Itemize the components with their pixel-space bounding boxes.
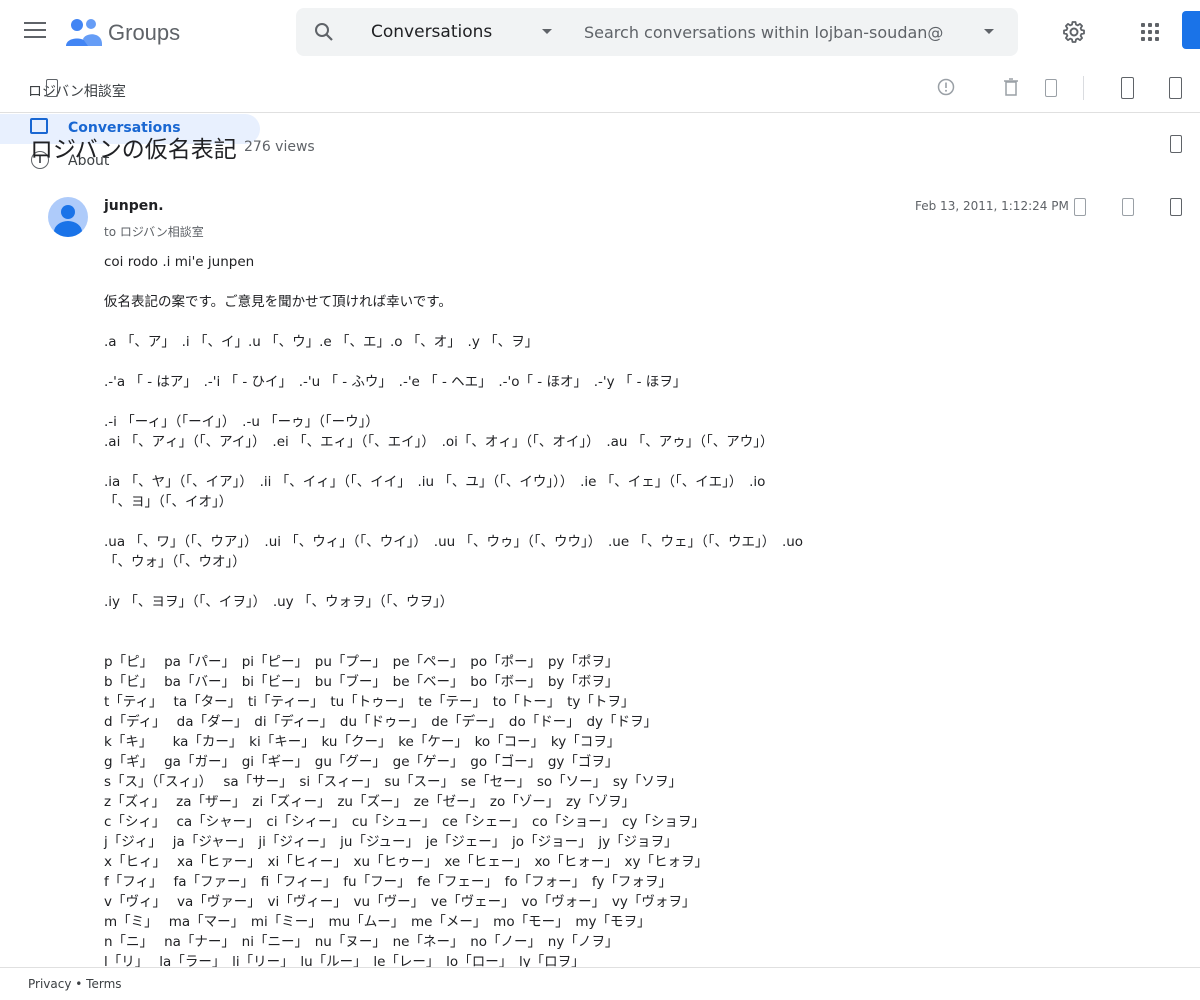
search-bar: Conversations	[296, 8, 1018, 56]
report-icon[interactable]	[937, 78, 955, 96]
chevron-down-icon[interactable]	[542, 29, 552, 34]
app-title[interactable]: Groups	[108, 20, 180, 46]
more-options-icon[interactable]	[1170, 135, 1182, 153]
account-button[interactable]	[1182, 11, 1200, 49]
message-line: p「ピ」 pa「パー」 pi「ピー」 pu「プー」 pe「ペー」 po「ポー」 …	[104, 654, 619, 670]
search-input[interactable]	[584, 20, 964, 44]
forward-icon[interactable]	[1122, 198, 1134, 216]
message-line	[104, 632, 984, 652]
top-bar: Groups Conversations	[0, 0, 1200, 64]
message-line: coi rodo .i mi'e junpen	[104, 254, 255, 270]
apps-grid-icon[interactable]	[1141, 23, 1159, 41]
mark-icon[interactable]	[1045, 79, 1057, 97]
message-line: v「ヴィ」 va「ヴァー」 vi「ヴィー」 vu「ヴー」 ve「ヴェー」 vo「…	[104, 894, 696, 910]
footer-separator: •	[71, 977, 87, 991]
message-line: n「ニ」 na「ナー」 ni「ニー」 nu「ヌー」 ne「ネー」 no「ノー」 …	[104, 934, 619, 950]
message-line	[104, 452, 984, 472]
divider	[1083, 76, 1084, 100]
group-header: ロジバン相談室	[0, 64, 1200, 113]
message-line	[104, 272, 984, 292]
message-line: k「キ」 ka「カー」 ki「キー」 ku「クー」 ke「ケー」 ko「コー」 …	[104, 734, 621, 750]
search-options-chevron-icon[interactable]	[984, 29, 994, 34]
message-line	[104, 312, 984, 332]
terms-link[interactable]: Terms	[86, 977, 121, 991]
reply-icon[interactable]	[1074, 198, 1086, 216]
group-name[interactable]: ロジバン相談室	[28, 81, 126, 101]
avatar[interactable]	[48, 197, 88, 237]
message-line: .iy 「、ヨヲ」（「、イヲ」） .uy 「、ウォヲ」（「、ウヲ」）	[104, 594, 454, 610]
privacy-link[interactable]: Privacy	[28, 977, 71, 991]
search-icon[interactable]	[312, 20, 336, 44]
message-line	[104, 612, 984, 632]
main-menu-icon[interactable]	[24, 22, 46, 40]
message-line: d「ディ」 da「ダー」 di「ディー」 du「ドゥー」 de「デー」 do「ド…	[104, 714, 658, 730]
message-line	[104, 572, 984, 592]
message-line: .ua 「、ワ」（「、ウア」） .ui 「、ウィ」（「、ウイ」） .uu 「、ウ…	[104, 534, 804, 550]
footer: Privacy • Terms	[0, 967, 1200, 1000]
message-line: 「、ウォ」（「、ウオ」）	[104, 554, 246, 570]
message-line: j「ジィ」 ja「ジャー」 ji「ジィー」 ju「ジュー」 je「ジェー」 jo…	[104, 834, 678, 850]
message-line: 「、ヨ」（「、イオ」）	[104, 494, 233, 510]
groups-logo-icon[interactable]	[66, 16, 102, 48]
message-date: Feb 13, 2011, 1:12:24 PM	[915, 199, 1069, 213]
message-line	[104, 392, 984, 412]
message-line: f「フィ」 fa「ファー」 fi「フィー」 fu「フー」 fe「フェー」 fo「…	[104, 874, 672, 890]
search-scope-select[interactable]: Conversations	[371, 22, 492, 42]
message-more-icon[interactable]	[1170, 198, 1182, 216]
message-body: coi rodo .i mi'e junpen 仮名表記の案です。ご意見を聞かせて…	[104, 252, 984, 992]
message-line: b「ビ」 ba「バー」 bi「ビー」 bu「ブー」 be「ベー」 bo「ボー」 …	[104, 674, 619, 690]
message-line: .-i 「ーィ」（「ーイ」） .-u 「ーゥ」（「ーウ」）	[104, 414, 379, 430]
message-recipient: to ロジバン相談室	[104, 225, 204, 239]
message-line: x「ヒィ」 xa「ヒァー」 xi「ヒィー」 xu「ヒゥー」 xe「ヒェー」 xo…	[104, 854, 709, 870]
message-line: .ai 「、アィ」（「、アイ」） .ei 「、エィ」（「、エイ」） .oi「、オ…	[104, 434, 774, 450]
message-line: .ia 「、ヤ」（「、イア」） .ii 「、イィ」（「、イイ」 .iu 「、ユ」…	[104, 474, 766, 490]
message-line: .a 「、ア」 .i 「、イ」.u 「、ウ」.e 「、エ」.o 「、オ」 .y …	[104, 334, 539, 350]
trash-icon[interactable]	[1004, 78, 1018, 96]
view-count: 276 views	[244, 139, 315, 155]
message-line	[104, 352, 984, 372]
message-line: m「ミ」 ma「マー」 mi「ミー」 mu「ムー」 me「メー」 mo「モー」 …	[104, 914, 651, 930]
message-author[interactable]: junpen.	[104, 198, 164, 214]
previous-icon[interactable]	[1121, 77, 1134, 99]
next-icon[interactable]	[1169, 77, 1182, 99]
group-box-icon	[46, 79, 58, 97]
message-line: t「ティ」 ta「ター」 ti「ティー」 tu「トゥー」 te「テー」 to「ト…	[104, 694, 635, 710]
message-line	[104, 512, 984, 532]
message-line: z「ズィ」 za「ザー」 zi「ズィー」 zu「ズー」 ze「ゼー」 zo「ゾー…	[104, 794, 636, 810]
thread-title: ロジバンの仮名表記	[30, 137, 237, 163]
message-line: s「ス」（「スィ」） sa「サー」 si「スィー」 su「スー」 se「セー」 …	[104, 774, 682, 790]
message-line: g「ギ」 ga「ガー」 gi「ギー」 gu「グー」 ge「ゲー」 go「ゴー」 …	[104, 754, 619, 770]
message-line: 仮名表記の案です。ご意見を聞かせて頂ければ幸いです。	[104, 294, 452, 310]
message-line: .-'a 「 - はア」 .-'i 「 - ひイ」 .-'u 「 - ふウ」 .…	[104, 374, 687, 390]
gear-icon[interactable]	[1062, 20, 1086, 44]
message-line: c「シィ」 ca「シャー」 ci「シィー」 cu「シュー」 ce「シェー」 co…	[104, 814, 705, 830]
